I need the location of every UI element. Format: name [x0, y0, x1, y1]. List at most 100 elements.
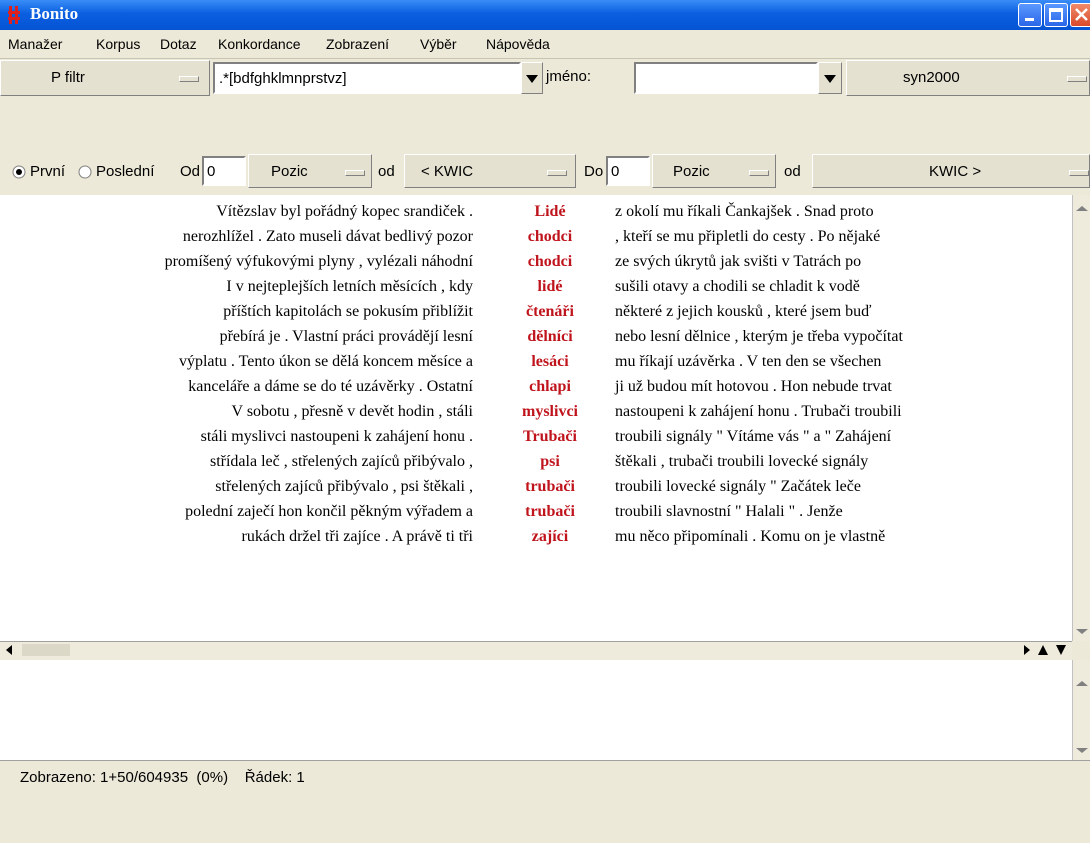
kwic-keyword[interactable]: chodci — [490, 253, 610, 271]
pattern-dropdown-button[interactable] — [521, 62, 543, 94]
close-button[interactable] — [1070, 3, 1090, 27]
left-context: přebírá je . Vlastní práci provádějí les… — [219, 328, 473, 345]
concordance-row[interactable]: výplatu . Tento úkon se dělá koncem měsí… — [0, 353, 1072, 377]
detail-scroll-up-button[interactable] — [1075, 678, 1089, 694]
pattern-input[interactable]: .*[bdfghklmnprstvz] — [213, 62, 521, 94]
radio-last-icon[interactable] — [78, 165, 92, 179]
do-input[interactable]: 0 — [606, 156, 650, 186]
concordance-row[interactable]: polední zaječí hon končil pěkným výřadem… — [0, 503, 1072, 527]
title-bar[interactable]: Bonito — [0, 0, 1090, 30]
concordance-pane[interactable]: Vítězslav byl pořádný kopec srandiček . … — [0, 195, 1072, 641]
pozic-left-label: Pozic — [271, 163, 308, 180]
concordance-row[interactable]: I v nejteplejších letních měsících , kdy… — [0, 278, 1072, 302]
filter-label: P filtr — [51, 69, 85, 86]
kwic-keyword[interactable]: psi — [490, 453, 610, 471]
concordance-row[interactable]: přebírá je . Vlastní práci provádějí les… — [0, 328, 1072, 352]
bonito-app-icon — [8, 6, 20, 24]
left-context: střelených zajíců přibývalo , psi štěkal… — [215, 478, 473, 495]
minimize-button[interactable] — [1018, 3, 1042, 27]
option-menu-indicator-icon — [1069, 170, 1089, 176]
detail-scroll-down-button[interactable] — [1075, 740, 1089, 756]
scroll-right-button[interactable] — [1020, 643, 1034, 657]
kwic-keyword[interactable]: čtenáři — [490, 303, 610, 321]
scroll-left-button[interactable] — [2, 643, 16, 657]
horizontal-scroll-thumb[interactable] — [22, 644, 70, 656]
kwic-keyword[interactable]: chodci — [490, 228, 610, 246]
concordance-row[interactable]: promíšený výfukovými plyny , vylézali ná… — [0, 253, 1072, 277]
maximize-button[interactable] — [1044, 3, 1068, 27]
left-context: výplatu . Tento úkon se dělá koncem měsí… — [178, 353, 473, 370]
triangle-up-icon — [1038, 645, 1048, 655]
left-context: střídala leč , střelených zajíců přibýva… — [209, 453, 473, 470]
od-input[interactable]: 0 — [202, 156, 246, 186]
detail-pane[interactable] — [0, 660, 1072, 760]
arrow-down-icon — [1076, 629, 1088, 634]
pozic-right-option-button[interactable]: Pozic — [652, 154, 776, 188]
radio-first-checked-icon[interactable] — [12, 165, 26, 179]
pattern-value: .*[bdfghklmnprstvz] — [219, 70, 347, 87]
menu-zobrazeni[interactable]: Zobrazení — [326, 36, 389, 52]
detail-vertical-scrollbar[interactable] — [1072, 660, 1090, 760]
kwic-keyword[interactable]: lesáci — [490, 353, 610, 371]
kwic-keyword[interactable]: myslivci — [490, 403, 610, 421]
concordance-row[interactable]: příštích kapitolách se pokusím přiblížit… — [0, 303, 1072, 327]
menu-vyber[interactable]: Výběr — [420, 36, 457, 52]
option-menu-indicator-icon — [749, 170, 769, 176]
menu-korpus[interactable]: Korpus — [96, 36, 140, 52]
left-context: rukách držel tři zajíce . A právě ti tři — [241, 528, 473, 545]
menu-konkordance[interactable]: Konkordance — [218, 36, 301, 52]
right-context: mu říkají uzávěrka . V ten den se všeche… — [615, 353, 882, 370]
kwic-keyword[interactable]: Trubači — [490, 428, 610, 446]
kwic-keyword[interactable]: trubači — [490, 503, 610, 521]
name-dropdown-button[interactable] — [818, 62, 842, 94]
filter-option-button[interactable]: P filtr — [0, 60, 210, 96]
kwic-keyword[interactable]: dělníci — [490, 328, 610, 346]
concordance-row[interactable]: rukách držel tři zajíce . A právě ti tři… — [0, 528, 1072, 552]
concordance-row[interactable]: stáli myslivci nastoupeni k zahájení hon… — [0, 428, 1072, 452]
concordance-row[interactable]: kanceláře a dáme se do té uzávěrky . Ost… — [0, 378, 1072, 402]
do-value: 0 — [611, 163, 620, 180]
option-menu-indicator-icon — [1067, 76, 1087, 82]
status-text: Zobrazeno: 1+50/604935 (0%) Řádek: 1 — [20, 769, 305, 786]
kwic-keyword[interactable]: zajíci — [490, 528, 610, 546]
concordance-row[interactable]: Vítězslav byl pořádný kopec srandiček . … — [0, 203, 1072, 227]
option-menu-indicator-icon — [179, 76, 199, 82]
move-down-button[interactable] — [1054, 643, 1068, 657]
scroll-down-button[interactable] — [1075, 619, 1089, 637]
concordance-horizontal-scrollbar[interactable] — [0, 641, 1072, 660]
od3-label: od — [784, 163, 801, 180]
concordance-vertical-scrollbar[interactable] — [1072, 195, 1090, 641]
kwic-right-option-button[interactable]: KWIC > — [812, 154, 1090, 188]
menu-napoveda[interactable]: Nápověda — [486, 36, 550, 52]
menu-manazer[interactable]: Manažer — [8, 36, 62, 52]
kwic-keyword[interactable]: Lidé — [490, 203, 610, 221]
kwic-left-option-button[interactable]: < KWIC — [404, 154, 576, 188]
kwic-keyword[interactable]: chlapi — [490, 378, 610, 396]
kwic-keyword[interactable]: trubači — [490, 478, 610, 496]
radio-first-label[interactable]: První — [30, 163, 65, 180]
left-context: I v nejteplejších letních měsících , kdy — [226, 278, 473, 295]
corpus-label: syn2000 — [903, 69, 960, 86]
right-context: mu něco připomínali . Komu on je vlastně — [615, 528, 886, 545]
right-context: troubili lovecké signály " Začátek leče — [615, 478, 861, 495]
scroll-up-button[interactable] — [1075, 203, 1089, 221]
move-up-button[interactable] — [1036, 643, 1050, 657]
name-input[interactable] — [634, 62, 818, 94]
concordance-row[interactable]: nerozhlížel . Zato museli dávat bedlivý … — [0, 228, 1072, 252]
pozic-left-option-button[interactable]: Pozic — [248, 154, 372, 188]
radio-last-label[interactable]: Poslední — [96, 163, 154, 180]
concordance-row[interactable]: střídala leč , střelených zajíců přibýva… — [0, 453, 1072, 477]
right-context: , kteří se mu připletli do cesty . Po ně… — [615, 228, 881, 245]
status-bar: Zobrazeno: 1+50/604935 (0%) Řádek: 1 — [0, 760, 1090, 843]
menu-dotaz[interactable]: Dotaz — [160, 36, 197, 52]
kwic-keyword[interactable]: lidé — [490, 278, 610, 296]
concordance-row[interactable]: střelených zajíců přibývalo , psi štěkal… — [0, 478, 1072, 502]
arrow-right-icon — [1024, 645, 1030, 655]
right-context: sušili otavy a chodili se chladit k vodě — [615, 278, 860, 295]
concordance-row[interactable]: V sobotu , přesně v devět hodin , stáli … — [0, 403, 1072, 427]
arrow-down-icon — [1076, 748, 1088, 753]
arrow-left-icon — [6, 645, 12, 655]
left-context: nerozhlížel . Zato museli dávat bedlivý … — [182, 228, 473, 245]
arrow-up-icon — [1076, 681, 1088, 686]
corpus-option-button[interactable]: syn2000 — [846, 60, 1090, 96]
